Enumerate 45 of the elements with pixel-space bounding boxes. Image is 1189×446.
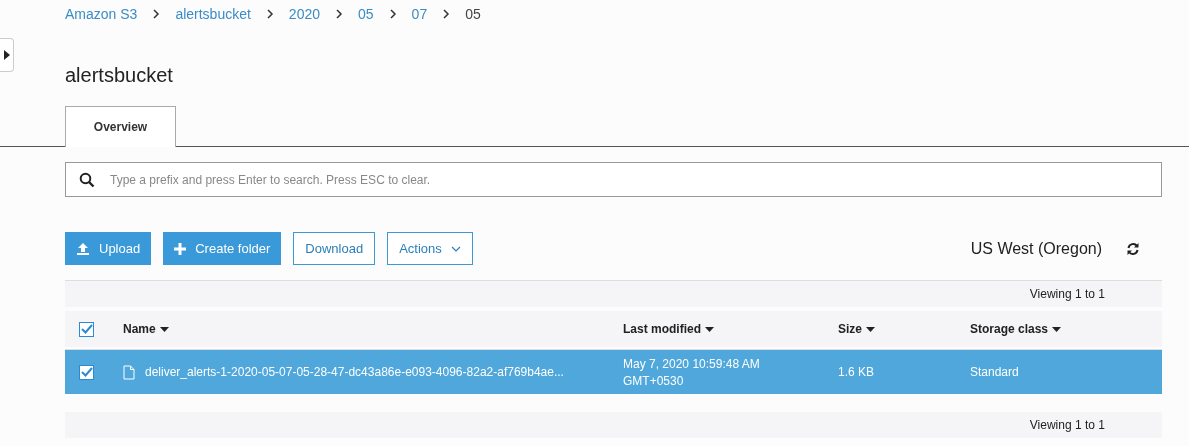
breadcrumb-link[interactable]: Amazon S3: [65, 6, 138, 22]
chevron-down-icon: [450, 245, 461, 252]
create-folder-button[interactable]: Create folder: [163, 232, 282, 265]
chevron-icon: [265, 8, 274, 20]
chevron-icon: [152, 8, 161, 20]
sort-caret-icon: [1052, 326, 1062, 332]
column-header[interactable]: Last modified: [623, 322, 714, 336]
column-header[interactable]: Size: [838, 322, 875, 336]
chevron-icon: [442, 8, 451, 20]
refresh-icon: [1126, 241, 1140, 256]
table-row[interactable]: deliver_alerts-1-2020-05-07-05-28-47-dc43a86e-e093-4096-82a2-af769b4ae... May 7, 2020 10:59:48 AM GMT+0530 1.6 KB Standard: [65, 349, 1162, 394]
search-icon: [79, 172, 95, 188]
sidebar-toggle[interactable]: [0, 38, 14, 72]
select-all-checkbox[interactable]: [79, 321, 94, 337]
table-cell-text: 1.6 KB: [838, 365, 876, 379]
row-checkbox[interactable]: [79, 364, 94, 380]
breadcrumb-link[interactable]: alertsbucket: [175, 6, 251, 22]
upload-button[interactable]: Upload: [65, 232, 152, 265]
tab[interactable]: Overview: [65, 106, 176, 147]
file-name-link[interactable]: deliver_alerts-1-2020-05-07-05-28-47-dc43a86e-e093-4096-82a2-af769b4ae...: [145, 365, 564, 379]
table-cell-text: May 7, 2020 10:59:48 AM GMT+0530: [623, 356, 761, 388]
sort-caret-icon: [866, 326, 875, 332]
plus-icon: [174, 242, 187, 255]
chevron-icon: [335, 8, 343, 20]
search-field[interactable]: Type a prefix and press Enter to search. Press ESC to clear.: [65, 162, 1162, 197]
chevron-icon: [388, 8, 397, 20]
file-icon: [123, 364, 135, 380]
viewing-count: Viewing 1 to 1: [1029, 418, 1105, 432]
column-header[interactable]: Storage class: [970, 322, 1062, 336]
sort-caret-icon: [705, 326, 714, 332]
breadcrumb-link[interactable]: 07: [411, 6, 428, 22]
column-header[interactable]: Name: [123, 322, 169, 336]
upload-icon: [76, 241, 90, 256]
breadcrumb-current: 05: [465, 6, 481, 22]
breadcrumb-link[interactable]: 2020: [288, 6, 320, 22]
refresh-button[interactable]: [1126, 241, 1140, 256]
breadcrumb-link[interactable]: 05: [358, 6, 374, 22]
caret-icon: [3, 50, 10, 60]
page-title: alertsbucket: [65, 64, 174, 88]
download-button[interactable]: Download: [293, 232, 376, 265]
region-label: US West (Oregon): [970, 239, 1102, 258]
actions-dropdown[interactable]: Actions: [387, 232, 473, 265]
table-cell-text: Standard: [970, 365, 1020, 379]
sort-caret-icon: [159, 326, 169, 332]
viewing-count: Viewing 1 to 1: [1029, 287, 1105, 301]
